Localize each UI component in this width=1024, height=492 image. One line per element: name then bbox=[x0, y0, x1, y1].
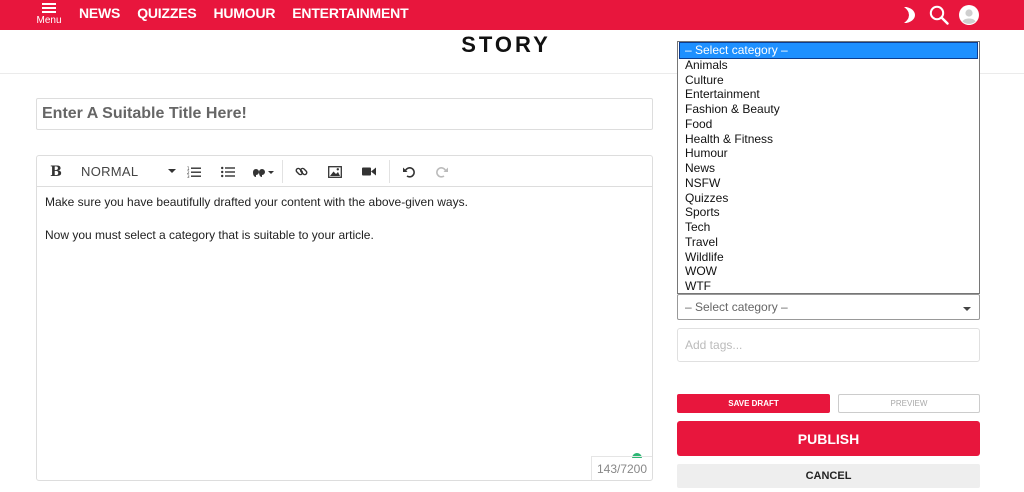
editor-content[interactable]: Make sure you have beautifully drafted y… bbox=[37, 187, 652, 269]
bold-icon[interactable]: B bbox=[45, 156, 67, 187]
format-value: NORMAL bbox=[81, 164, 139, 179]
undo-icon[interactable] bbox=[397, 156, 419, 187]
category-option[interactable]: WOW bbox=[678, 264, 979, 279]
category-option[interactable]: NSFW bbox=[678, 176, 979, 191]
top-navbar: Menu NEWS QUIZZES HUMOUR ENTERTAINMENT bbox=[0, 0, 1024, 30]
cancel-button[interactable]: CANCEL bbox=[677, 464, 980, 488]
category-option[interactable]: Tech bbox=[678, 220, 979, 235]
video-icon[interactable] bbox=[358, 156, 380, 187]
tags-input[interactable] bbox=[677, 328, 980, 362]
main-nav: NEWS QUIZZES HUMOUR ENTERTAINMENT bbox=[79, 5, 409, 21]
category-selected-value: – Select category – bbox=[685, 300, 788, 314]
category-dropdown-list: – Select category – Animals Culture Ente… bbox=[677, 41, 980, 294]
category-option[interactable]: Wildlife bbox=[678, 250, 979, 265]
title-input[interactable] bbox=[36, 98, 653, 130]
editor-toolbar: B NORMAL 123 bbox=[37, 156, 652, 187]
category-option[interactable]: Travel bbox=[678, 235, 979, 250]
editor-paragraph: Now you must select a category that is s… bbox=[45, 228, 374, 242]
category-option[interactable]: Entertainment bbox=[678, 87, 979, 102]
nav-news[interactable]: NEWS bbox=[79, 5, 120, 21]
category-option[interactable]: Food bbox=[678, 117, 979, 132]
menu-label: Menu bbox=[36, 15, 62, 26]
category-option[interactable]: Humour bbox=[678, 146, 979, 161]
preview-button[interactable]: PREVIEW bbox=[838, 394, 980, 413]
ordered-list-icon[interactable]: 123 bbox=[183, 156, 205, 187]
nav-humour[interactable]: HUMOUR bbox=[213, 5, 275, 21]
toolbar-divider bbox=[282, 160, 283, 183]
nav-quizzes[interactable]: QUIZZES bbox=[137, 5, 196, 21]
redo-icon[interactable] bbox=[431, 156, 453, 187]
category-option[interactable]: WTF bbox=[678, 279, 979, 294]
user-avatar-icon[interactable] bbox=[958, 4, 980, 26]
category-option[interactable]: Health & Fitness bbox=[678, 132, 979, 147]
category-option[interactable]: Culture bbox=[678, 73, 979, 88]
format-select[interactable]: NORMAL bbox=[81, 156, 176, 187]
category-option[interactable]: Fashion & Beauty bbox=[678, 102, 979, 117]
svg-text:3: 3 bbox=[187, 174, 190, 178]
category-option[interactable]: Quizzes bbox=[678, 191, 979, 206]
nav-entertainment[interactable]: ENTERTAINMENT bbox=[292, 5, 408, 21]
search-icon[interactable] bbox=[928, 4, 950, 26]
category-option[interactable]: Animals bbox=[678, 58, 979, 73]
publish-button[interactable]: PUBLISH bbox=[677, 421, 980, 456]
category-option[interactable]: Sports bbox=[678, 205, 979, 220]
link-icon[interactable] bbox=[290, 156, 312, 187]
quote-icon[interactable] bbox=[249, 156, 279, 187]
toolbar-divider bbox=[389, 160, 390, 183]
category-option[interactable]: – Select category – bbox=[679, 42, 978, 59]
save-draft-button[interactable]: SAVE DRAFT bbox=[677, 394, 830, 413]
editor-paragraph: Make sure you have beautifully drafted y… bbox=[45, 195, 468, 209]
dark-mode-icon[interactable] bbox=[898, 4, 920, 26]
bullet-list-icon[interactable] bbox=[217, 156, 239, 187]
chevron-down-icon bbox=[168, 169, 176, 173]
top-icons bbox=[898, 4, 980, 26]
image-icon[interactable] bbox=[324, 156, 346, 187]
rich-text-editor: B NORMAL 123 Make sure you have beautifu… bbox=[36, 155, 653, 481]
menu-button[interactable]: Menu bbox=[34, 2, 64, 28]
category-option[interactable]: News bbox=[678, 161, 979, 176]
character-counter: 143/7200 bbox=[591, 456, 652, 480]
hamburger-icon bbox=[42, 3, 56, 13]
chevron-down-icon bbox=[963, 307, 971, 311]
category-select[interactable]: – Select category – bbox=[677, 294, 980, 320]
